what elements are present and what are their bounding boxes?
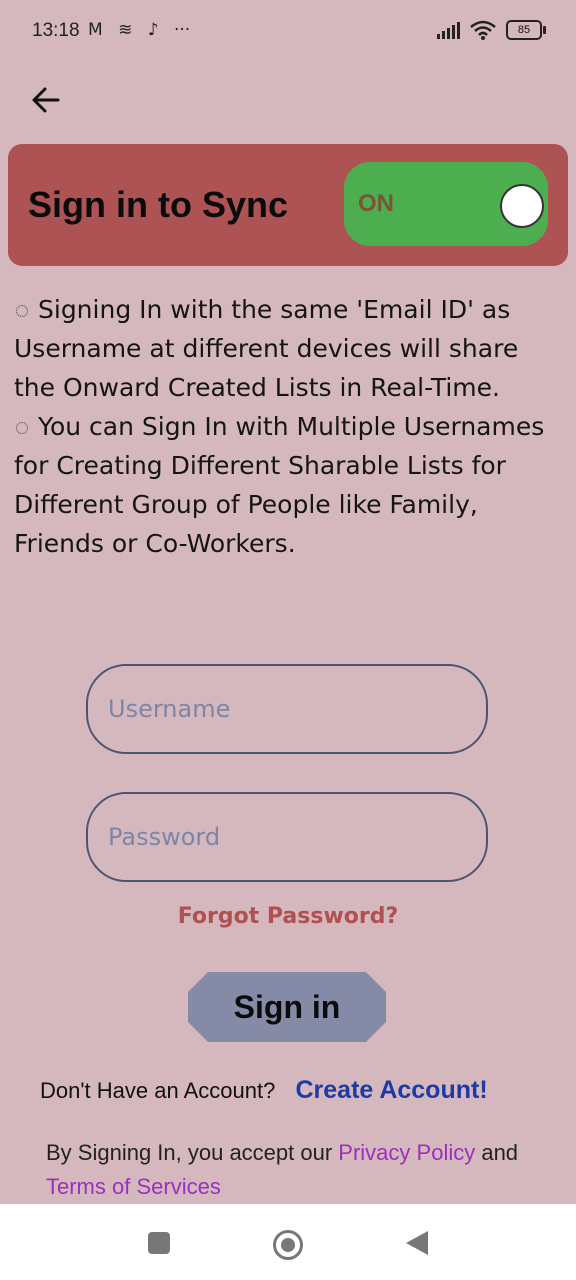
legal-text: By Signing In, you accept our Privacy Po… — [46, 1136, 566, 1204]
gmail-icon: M — [88, 20, 103, 40]
bullet-icon — [16, 422, 28, 434]
sync-title: Sign in to Sync — [28, 184, 289, 225]
account-prompt: Don't Have an Account? — [40, 1078, 276, 1103]
battery-icon: 85 — [506, 20, 546, 40]
navigation-bar — [0, 1204, 576, 1280]
info-text: Signing In with the same 'Email ID' as U… — [14, 290, 566, 563]
status-notification-icons: M ≋ ♪ ··· — [88, 20, 200, 40]
sync-card: Sign in to Sync ON — [8, 144, 568, 266]
circle-home-icon[interactable] — [273, 1230, 303, 1260]
wifi-icon — [470, 20, 496, 40]
toggle-knob — [500, 184, 544, 228]
triangle-back-icon[interactable] — [406, 1231, 428, 1255]
arrow-left-icon[interactable] — [28, 82, 64, 118]
info-paragraph-2: You can Sign In with Multiple Usernames … — [14, 407, 566, 563]
terms-link[interactable]: Terms of Services — [46, 1174, 221, 1199]
forgot-password-link[interactable]: Forgot Password? — [0, 904, 576, 929]
info-line-1: Signing In with the same 'Email ID' as U… — [14, 295, 519, 402]
layers-icon: ≋ — [118, 20, 133, 40]
square-icon[interactable] — [148, 1232, 170, 1254]
info-line-2: You can Sign In with Multiple Usernames … — [14, 412, 545, 558]
username-input[interactable] — [108, 666, 468, 752]
status-time: 13:18 — [32, 20, 80, 41]
account-row: Don't Have an Account? Create Account! — [40, 1076, 488, 1105]
info-paragraph-1: Signing In with the same 'Email ID' as U… — [14, 290, 566, 407]
bullet-icon — [16, 305, 28, 317]
sign-in-button[interactable]: Sign in — [188, 972, 386, 1042]
username-field[interactable] — [86, 664, 488, 754]
privacy-policy-link[interactable]: Privacy Policy — [338, 1140, 475, 1165]
tiktok-icon: ♪ — [147, 20, 159, 40]
status-system-icons: 85 — [437, 20, 546, 40]
more-icon: ··· — [174, 20, 191, 40]
password-field[interactable] — [86, 792, 488, 882]
password-input[interactable] — [108, 794, 468, 880]
signal-icon — [437, 21, 460, 39]
toggle-label: ON — [358, 190, 394, 217]
status-bar: 13:18 M ≋ ♪ ··· 85 — [0, 0, 576, 64]
legal-prefix: By Signing In, you accept our — [46, 1140, 339, 1165]
sync-toggle[interactable]: ON — [344, 162, 548, 246]
legal-middle: and — [475, 1140, 519, 1165]
create-account-link[interactable]: Create Account! — [295, 1076, 487, 1104]
